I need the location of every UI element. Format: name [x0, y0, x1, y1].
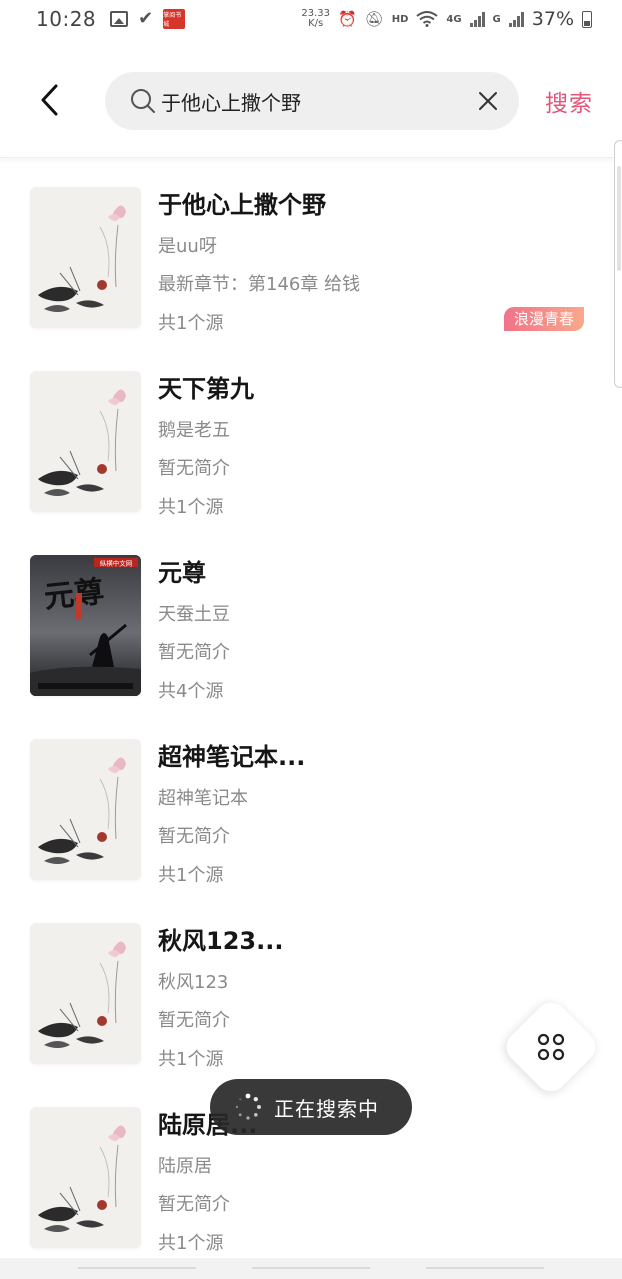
book-cover-image: 纵横中文网 元尊: [30, 555, 141, 696]
search-header: 搜索: [0, 38, 622, 158]
network-g-label: G: [492, 13, 501, 25]
close-icon: [479, 92, 497, 110]
book-cover-image: [30, 739, 141, 880]
network-speed: 23.33 K/s: [301, 8, 330, 29]
searching-toast: 正在搜索中: [210, 1079, 412, 1135]
book-author: 是uu呀: [158, 236, 217, 257]
scroll-thumb[interactable]: [617, 166, 621, 271]
book-intro: 暂无简介: [158, 458, 230, 479]
search-button[interactable]: 搜索: [545, 84, 593, 118]
search-input[interactable]: [161, 89, 473, 113]
battery-icon: [582, 10, 592, 28]
book-title: 秋风123...: [158, 927, 284, 955]
status-bar: 10:28 ✔ 掌阅书城 23.33 K/s ⏰ 🔕︎ HD 4G G 37%: [0, 0, 622, 38]
book-intro: 暂无简介: [158, 1194, 230, 1215]
book-author: 鹅是老五: [158, 420, 230, 441]
battery-percent: 37%: [531, 8, 574, 30]
book-cover-image: [30, 187, 141, 328]
alarm-icon: ⏰: [337, 10, 357, 28]
book-cover-image: [30, 1107, 141, 1248]
book-source-count: 共4个源: [158, 681, 224, 702]
book-result-item[interactable]: 超神笔记本... 超神笔记本 暂无简介 共1个源: [0, 712, 610, 892]
book-author: 超神笔记本: [158, 788, 248, 809]
book-result-item[interactable]: 于他心上撒个野 是uu呀 最新章节：第146章 给钱 共1个源 浪漫青春: [0, 160, 610, 340]
book-source-count: 共1个源: [158, 313, 224, 334]
book-latest-chapter: 最新章节：第146章 给钱: [158, 274, 361, 295]
grid-menu-icon[interactable]: [537, 1033, 565, 1061]
book-author: 陆原居: [158, 1156, 212, 1177]
search-bar[interactable]: [105, 72, 519, 130]
book-title: 超神笔记本...: [158, 743, 306, 771]
book-intro: 暂无简介: [158, 642, 230, 663]
book-source-count: 共1个源: [158, 865, 224, 886]
scroll-indicator[interactable]: [614, 140, 622, 388]
search-icon: [129, 87, 157, 115]
app-notification-icon: 掌阅书城: [163, 9, 186, 29]
image-notification-icon: [110, 11, 129, 27]
signal-icon-2: [508, 11, 524, 27]
back-button[interactable]: [30, 78, 70, 122]
notification-icons: ✔ 掌阅书城: [110, 8, 186, 29]
signal-icon: [469, 11, 485, 27]
book-title: 于他心上撒个野: [158, 191, 326, 219]
genre-tag: 浪漫青春: [504, 307, 585, 331]
system-indicators: 23.33 K/s ⏰ 🔕︎ HD 4G G 37%: [301, 8, 592, 30]
svg-text:纵横中文网: 纵横中文网: [100, 559, 133, 568]
book-cover-image: [30, 371, 141, 512]
book-result-item[interactable]: 纵横中文网 元尊 元尊 天蚕土豆 暂无简介 共4个源: [0, 528, 610, 708]
loading-spinner-icon: [235, 1093, 261, 1120]
svg-text:元尊: 元尊: [42, 574, 105, 615]
book-result-item[interactable]: 天下第九 鹅是老五 暂无简介 共1个源: [0, 344, 610, 524]
hd-indicator: HD: [391, 13, 409, 25]
book-intro: 暂无简介: [158, 1010, 230, 1031]
download-done-icon: ✔: [138, 8, 154, 29]
book-cover-image: [30, 923, 141, 1064]
book-title: 天下第九: [158, 375, 254, 403]
mute-icon: 🔕︎: [364, 10, 384, 28]
book-source-count: 共1个源: [158, 497, 224, 518]
book-author: 天蚕土豆: [158, 604, 230, 625]
toast-message: 正在搜索中: [274, 1096, 379, 1121]
book-intro: 暂无简介: [158, 826, 230, 847]
status-time: 10:28: [36, 7, 97, 31]
book-source-count: 共1个源: [158, 1049, 224, 1070]
wifi-icon: [416, 11, 438, 27]
bottom-tab-hint: [0, 1258, 622, 1279]
book-source-count: 共1个源: [158, 1233, 224, 1254]
chevron-left-icon: [41, 84, 58, 116]
network-4g-label: 4G: [446, 13, 462, 25]
book-author: 秋风123: [158, 972, 229, 993]
book-title: 元尊: [158, 559, 206, 587]
clear-search-button[interactable]: [473, 86, 503, 116]
